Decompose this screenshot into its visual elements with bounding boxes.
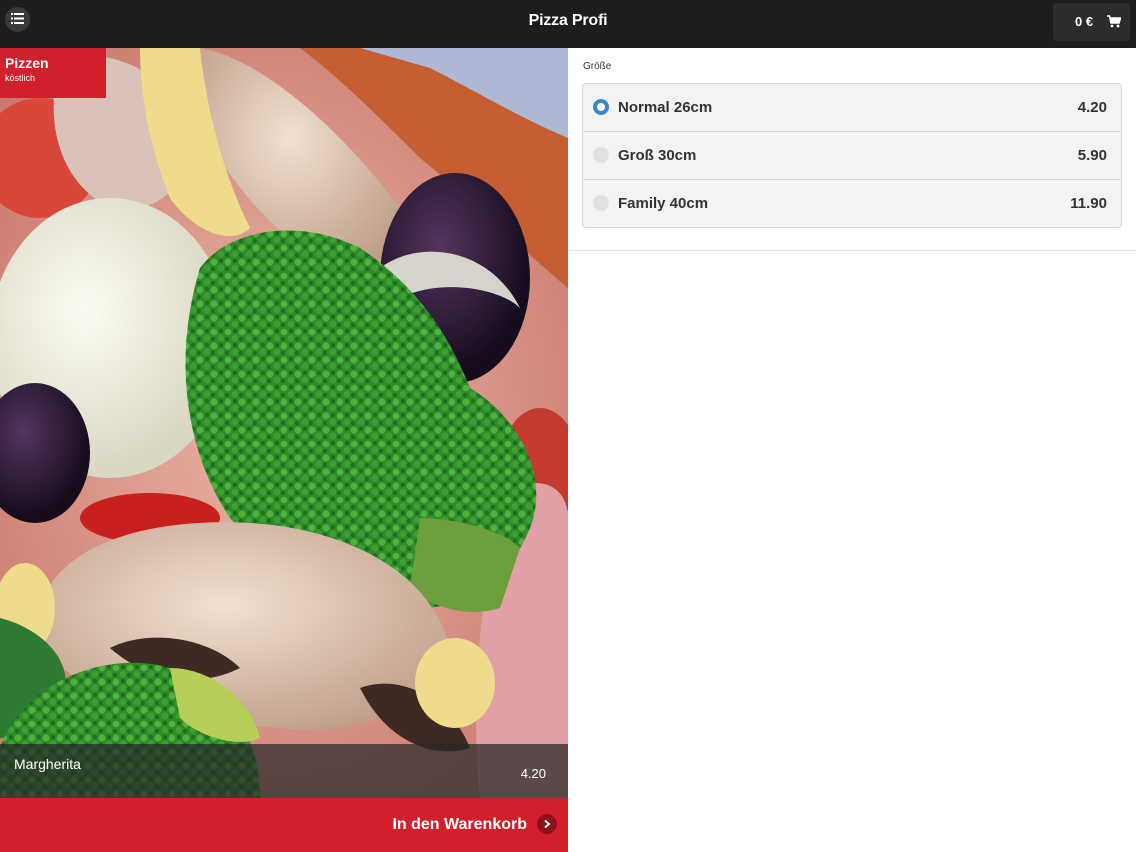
section-divider bbox=[568, 250, 1136, 251]
size-options-list: Normal 26cm 4.20 Groß 30cm 5.90 Family 4… bbox=[582, 83, 1122, 228]
size-option-label: Normal 26cm bbox=[618, 99, 713, 116]
cart-total: 0 € bbox=[1075, 14, 1094, 29]
size-option-family[interactable]: Family 40cm 11.90 bbox=[583, 180, 1121, 227]
size-option-normal[interactable]: Normal 26cm 4.20 bbox=[583, 84, 1121, 132]
add-to-cart-label: In den Warenkorb bbox=[392, 816, 527, 833]
category-subtitle: köstlich bbox=[5, 73, 36, 83]
product-price: 4.20 bbox=[520, 766, 546, 781]
radio-selected-icon[interactable] bbox=[593, 99, 609, 115]
product-image bbox=[0, 48, 568, 798]
size-option-label: Family 40cm bbox=[618, 195, 709, 212]
add-to-cart-button[interactable]: In den Warenkorb bbox=[0, 798, 568, 852]
chevron-right-icon bbox=[537, 814, 557, 834]
size-option-price: 4.20 bbox=[1077, 99, 1107, 116]
options-panel: Größe Normal 26cm 4.20 Groß 30cm 5.90 Fa… bbox=[568, 48, 1136, 852]
radio-icon[interactable] bbox=[593, 147, 609, 163]
app-title: Pizza Profi bbox=[528, 12, 608, 29]
category-badge: Pizzen köstlich bbox=[0, 48, 106, 98]
size-option-price: 5.90 bbox=[1077, 147, 1107, 164]
cart-button[interactable]: 0 € bbox=[1053, 3, 1130, 41]
product-caption: Margherita 4.20 bbox=[0, 744, 568, 798]
top-bar: Pizza Profi 0 € bbox=[0, 0, 1136, 48]
size-option-price: 11.90 bbox=[1070, 195, 1107, 212]
size-option-gross[interactable]: Groß 30cm 5.90 bbox=[583, 132, 1121, 180]
size-section-label: Größe bbox=[583, 61, 612, 72]
product-name: Margherita bbox=[14, 756, 81, 772]
radio-icon[interactable] bbox=[593, 195, 609, 211]
shopping-cart-icon bbox=[1107, 15, 1122, 33]
size-option-label: Groß 30cm bbox=[618, 147, 697, 164]
category-title: Pizzen bbox=[5, 55, 49, 71]
product-panel: Pizzen köstlich Margherita 4.20 In den W… bbox=[0, 48, 568, 852]
